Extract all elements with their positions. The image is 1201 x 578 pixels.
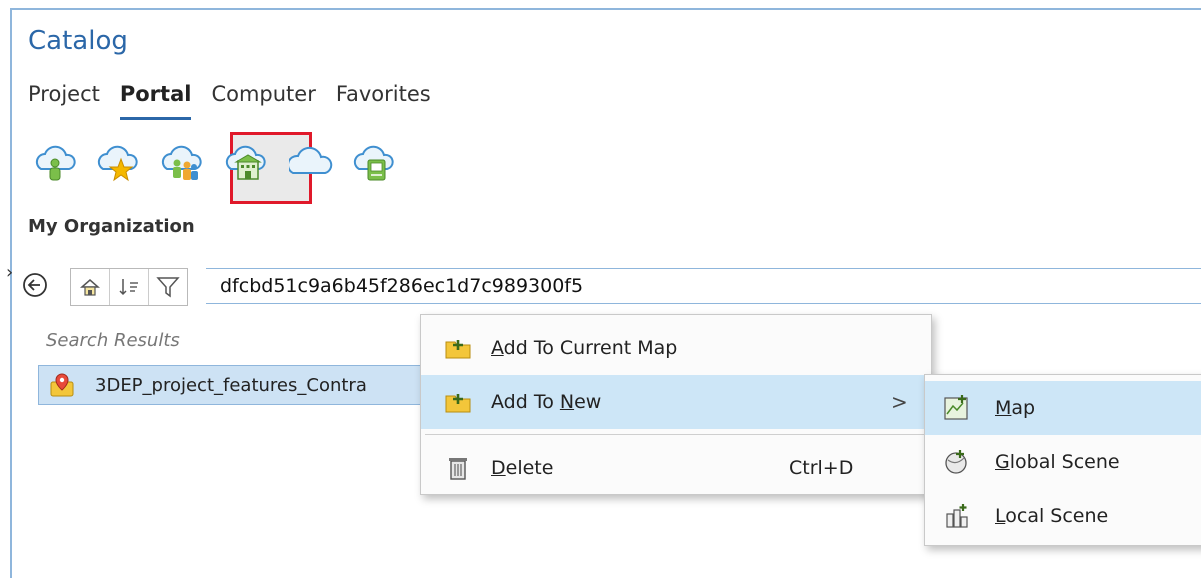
menu-item-delete[interactable]: Delete Ctrl+D (421, 441, 931, 495)
tab-computer[interactable]: Computer (211, 82, 315, 114)
label-part: ocal Scene (1005, 505, 1109, 527)
label-part: dd To Current Map (503, 337, 678, 359)
label-part: lobal Scene (1009, 451, 1120, 473)
home-icon (80, 279, 100, 296)
label-part: Add To (491, 391, 560, 413)
my-content-icon[interactable] (32, 140, 78, 186)
menu-separator (425, 434, 929, 435)
pane-title: Catalog (28, 26, 128, 56)
groups-icon[interactable] (160, 140, 206, 186)
label-part: M (995, 397, 1012, 419)
search-input[interactable]: dfcbd51c9a6b45f286ec1d7c989300f5 (206, 268, 1201, 304)
submenu-item-global-scene[interactable]: Global Scene (925, 435, 1201, 489)
back-button[interactable] (20, 270, 50, 300)
favorites-icon[interactable] (96, 140, 142, 186)
result-item-name: 3DEP_project_features_Contra (95, 374, 367, 396)
portal-icon-row (32, 140, 416, 186)
feature-layer-icon (50, 373, 74, 397)
add-folder-icon (445, 340, 471, 359)
menu-item-add-to-current-map[interactable]: Add To Current Map (421, 321, 931, 375)
menu-item-add-to-new[interactable]: Add To New > (421, 375, 931, 429)
filter-icon (156, 277, 180, 298)
label-part: ew (574, 391, 602, 413)
my-organization-icon[interactable] (224, 140, 270, 186)
delete-shortcut: Ctrl+D (789, 457, 854, 479)
label-part: N (559, 391, 575, 413)
tab-favorites[interactable]: Favorites (336, 82, 431, 114)
section-title: My Organization (28, 216, 195, 237)
search-input-value: dfcbd51c9a6b45f286ec1d7c989300f5 (220, 275, 584, 297)
trash-icon (449, 458, 467, 480)
search-results-label: Search Results (46, 330, 180, 351)
label-part: elete (505, 457, 554, 479)
filter-button[interactable] (149, 269, 187, 305)
global-scene-icon (945, 450, 967, 474)
add-folder-icon (445, 394, 471, 413)
local-scene-icon (946, 504, 968, 528)
context-menu: Add To Current Map Add To New > Delete C… (420, 314, 932, 495)
catalog-tabs: Project Portal Computer Favorites (28, 82, 451, 120)
add-to-new-submenu: Map Global Scene Local Scene (924, 374, 1201, 546)
home-button[interactable] (71, 269, 110, 305)
label-part: L (995, 505, 1006, 527)
label-part: G (995, 451, 1010, 473)
search-toolbar (70, 268, 188, 306)
back-arrow-icon (23, 273, 47, 297)
sort-icon (119, 279, 138, 296)
search-result-item[interactable]: 3DEP_project_features_Contra (38, 365, 468, 405)
pane-collapse-chevron-icon[interactable]: › (6, 262, 13, 283)
living-atlas-icon[interactable] (352, 140, 398, 186)
sort-button[interactable] (110, 269, 149, 305)
label-part: ap (1011, 397, 1036, 419)
new-map-icon (944, 395, 968, 420)
arcgis-online-icon[interactable] (288, 140, 334, 186)
label-part: D (491, 457, 506, 479)
submenu-item-local-scene[interactable]: Local Scene (925, 489, 1201, 543)
tab-project[interactable]: Project (28, 82, 100, 114)
tab-portal[interactable]: Portal (119, 82, 191, 120)
submenu-item-map[interactable]: Map (925, 381, 1201, 435)
label-part: A (491, 337, 504, 359)
submenu-arrow-icon: > (891, 390, 908, 414)
